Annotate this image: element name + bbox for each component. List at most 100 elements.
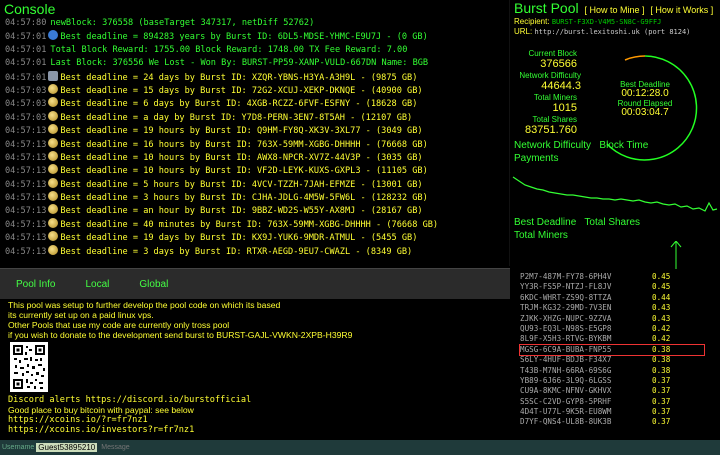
miner-share: 0.43: [652, 303, 671, 313]
url-value[interactable]: http://burst.lexitoshi.uk (port 8124): [534, 28, 690, 36]
info-line: This pool was setup to further develop t…: [8, 300, 281, 310]
recipient-value: BURST-F3XD-V4M5-SN8C-G9FFJ: [551, 18, 662, 26]
miner-id: S6LY-4HUF-BDJB-F34X7: [520, 355, 612, 365]
info-tabs: Pool Info Local Global: [0, 269, 510, 299]
miner-icon: [48, 150, 59, 161]
miner-id: T43B-M7NH-66RA-69S6G: [520, 365, 612, 375]
miner-row[interactable]: 8L9F-X5H3-RTVG-BYKBM 0.42: [520, 334, 715, 344]
miner-row[interactable]: T43B-M7NH-66RA-69S6G 0.38: [520, 366, 715, 376]
miner-row[interactable]: MGSG-6C9A-BUBA-FNP55 0.38: [519, 343, 705, 357]
computer-icon: [48, 70, 59, 81]
console-log[interactable]: 04:57:80 newBlock: 376558 (baseTarget 347…: [0, 17, 510, 258]
console-line: 04:57:13 Best deadline = 19 days by Burst…: [0, 231, 510, 244]
tab-local[interactable]: Local: [85, 279, 109, 290]
qr-code-image: [10, 342, 48, 392]
console-timestamp: 04:57:13: [5, 246, 47, 257]
console-line: 04:57:13 Best deadline = 10 hours by Burs…: [0, 164, 510, 177]
info-icon: [48, 30, 59, 41]
console-message: Best deadline = 3 hours by Burst ID: CJH…: [60, 193, 428, 204]
console-message: newBlock: 376558 (baseTarget 347317, net…: [50, 18, 315, 28]
console-line: 04:57:03 Best deadline = 15 days by Burst…: [0, 83, 510, 97]
console-message: Best deadline = 40 minutes by Burst ID: …: [60, 219, 439, 230]
console-timestamp: 04:57:13: [5, 139, 47, 150]
miner-row[interactable]: QU93-EQ3L-N98S-E5GP8 0.42: [520, 324, 715, 334]
info-link[interactable]: https://xcoins.io/investors?r=fr7nz1: [8, 425, 502, 435]
console-message: Best deadline = a day by Burst ID: Y7D8-…: [60, 112, 413, 123]
console-timestamp: 04:57:01: [5, 32, 47, 43]
best-deadline-value: 00:12:28.0: [621, 88, 669, 99]
miner-icon: [48, 244, 59, 255]
legend-total-miners: Total Miners: [514, 230, 568, 241]
stat-value: 83751.760: [525, 124, 577, 136]
console-message: Total Block Reward: 1755.00 Block Reward…: [50, 44, 408, 55]
tab-pool-info[interactable]: Pool Info: [16, 279, 55, 290]
miner-id: YB89-6J66-3L9Q-6LGSS: [520, 375, 612, 385]
miner-row[interactable]: YB89-6J66-3L9Q-6LGSS 0.37: [520, 376, 715, 386]
miner-id: MGSG-6C9A-BUBA-FNP55: [520, 344, 612, 354]
console-message: Best deadline = 15 days by Burst ID: 72G…: [60, 85, 423, 96]
how-it-works-link[interactable]: [ How it Works ]: [650, 5, 713, 15]
miner-icon: [48, 177, 59, 188]
console-message: Best deadline = 6 days by Burst ID: 4XGB…: [60, 99, 418, 110]
miner-id: TRJM-KG32-29MD-7V3EN: [520, 303, 612, 313]
info-line: its currently set up on a paid linux vps…: [8, 310, 154, 320]
console-panel: Console 04:57:80 newBlock: 376558 (baseTa…: [0, 0, 510, 266]
miner-share: 0.37: [652, 375, 671, 385]
total-miners-stat: Total Miners 1015: [511, 93, 577, 114]
info-link[interactable]: https://xcoins.io/?r=fr7nz1: [8, 415, 502, 425]
miner-icon: [48, 137, 59, 148]
console-timestamp: 04:57:13: [5, 206, 47, 217]
miner-row[interactable]: YY3R-FS5P-NTZJ-FL8JV 0.45: [520, 282, 715, 292]
miner-id: D7YF-QNS4-UL8B-8UK3B: [520, 417, 612, 427]
legend-payments: Payments: [514, 153, 559, 164]
miner-row[interactable]: D7YF-QNS4-UL8B-8UK3B 0.37: [520, 417, 715, 427]
total-shares-stat: Total Shares 83751.760: [511, 115, 577, 136]
info-body: This pool was setup to further develop t…: [0, 299, 510, 436]
info-panel: Pool Info Local Global This pool was set…: [0, 268, 510, 440]
console-line: 04:57:03 Best deadline = 6 days by Burst …: [0, 97, 510, 110]
miner-icon: [48, 231, 59, 242]
console-message: Best deadline = 19 days by Burst ID: KX9…: [60, 233, 418, 244]
console-timestamp: 04:57:13: [5, 152, 47, 163]
miner-share: 0.37: [652, 417, 671, 427]
chart-legend-2: Best Deadline Total Shares: [514, 217, 640, 228]
miner-row[interactable]: S5SC-C2VD-GYP8-5PRHF 0.37: [520, 397, 715, 407]
miner-row[interactable]: CU9A-8KMC-NFNV-GKHVX 0.37: [520, 386, 715, 396]
miner-list[interactable]: P2M7-487M-FY78-6PH4V 0.45 YY3R-FS5P-NTZJ-F…: [519, 272, 715, 428]
miner-share: 0.37: [652, 407, 671, 417]
miner-id: P2M7-487M-FY78-6PH4V: [520, 272, 612, 281]
console-line: 04:57:01 Best deadline = 24 days by Burst…: [0, 70, 510, 84]
miner-share: 0.38: [652, 365, 671, 375]
console-title: Console: [4, 1, 56, 17]
username-field[interactable]: Guest53895210: [36, 443, 98, 452]
info-line: if you wish to donate to the development…: [8, 330, 353, 340]
miner-share: 0.37: [652, 386, 671, 396]
how-to-mine-link[interactable]: [ How to Mine ]: [584, 5, 644, 15]
tab-global[interactable]: Global: [139, 279, 168, 290]
message-input[interactable]: [101, 444, 302, 451]
info-link[interactable]: Discord alerts https://discord.io/bursto…: [8, 395, 502, 405]
recipient-row: Recipient: BURST-F3XD-V4M5-SN8C-G9FFJ: [514, 17, 661, 26]
miner-row[interactable]: 6KDC-WHRT-ZS9Q-8TTZA 0.44: [520, 293, 715, 303]
miner-row[interactable]: TRJM-KG32-29MD-7V3EN 0.43: [520, 303, 715, 313]
network-difficulty-chart: [512, 176, 718, 212]
miner-icon: [48, 124, 59, 135]
legend-block-time: Block Time: [599, 140, 649, 151]
chat-bar: Username Guest53895210: [0, 440, 720, 455]
miner-row[interactable]: P2M7-487M-FY78-6PH4V 0.45: [520, 272, 715, 282]
miner-id: QU93-EQ3L-N98S-E5GP8: [520, 323, 612, 333]
console-timestamp: 04:57:13: [5, 166, 47, 177]
console-message: Best deadline = 5 hours by Burst ID: 4VC…: [60, 179, 423, 190]
miner-icon: [48, 217, 59, 228]
miner-id: 6KDC-WHRT-ZS9Q-8TTZA: [520, 292, 612, 302]
miner-row[interactable]: ZJKK-XHZG-NUPC-9ZZVA 0.43: [520, 314, 715, 324]
pool-title: Burst Pool: [514, 0, 579, 16]
miner-row[interactable]: S6LY-4HUF-BDJB-F34X7 0.38: [520, 355, 715, 365]
console-message: Best deadline = 10 hours by Burst ID: AW…: [60, 152, 423, 163]
console-timestamp: 04:57:13: [5, 219, 47, 230]
miner-row[interactable]: 4D4T-U77L-9K5R-EU8WM 0.37: [520, 407, 715, 417]
miner-id: ZJKK-XHZG-NUPC-9ZZVA: [520, 313, 612, 323]
miner-share: 0.42: [652, 323, 671, 333]
url-label: URL:: [514, 27, 533, 36]
console-message: Best deadline = 24 days by Burst ID: XZQ…: [60, 72, 418, 83]
